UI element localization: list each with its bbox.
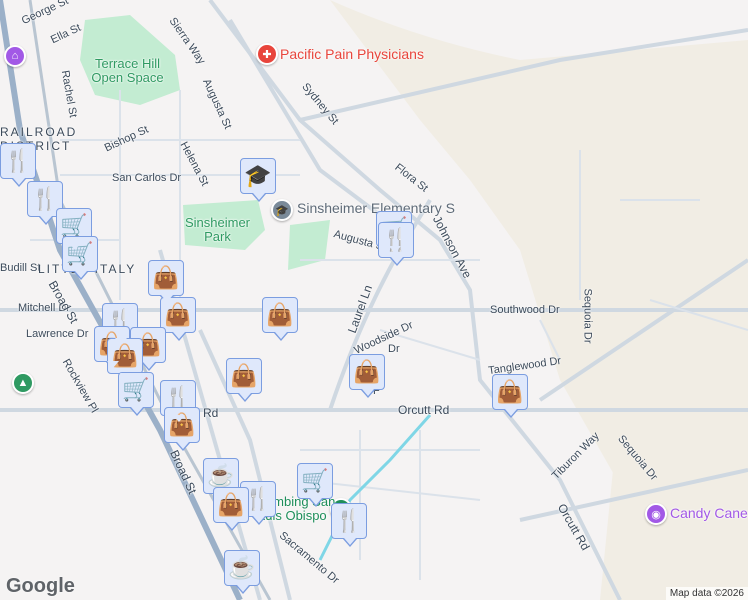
street-label: Lawrence Dr [26,328,89,340]
medical-icon[interactable]: ✚ [256,43,278,65]
shopping-marker[interactable]: 👜 [349,354,385,398]
shopping-marker[interactable]: 👜 [164,407,200,451]
shopping-bag-icon: 👜 [164,302,192,327]
shopping-marker[interactable]: 👜 [492,374,528,418]
shopping-bag-icon: 👜 [152,265,180,290]
grocery-marker[interactable]: 🛒 [62,236,98,280]
poi-candy-cane[interactable]: Candy Cane [670,505,748,521]
graduation-cap-icon: 🎓 [244,163,272,188]
school-icon[interactable]: 🎓 [271,199,293,221]
fork-knife-icon: 🍴 [335,508,363,533]
fork-knife-icon: 🍴 [4,148,32,173]
camera-icon[interactable]: ◉ [645,503,667,525]
shopping-marker[interactable]: 👜 [148,260,184,304]
shopping-bag-icon: 👜 [353,359,381,384]
street-label: Orcutt Rd [398,403,450,417]
cart-icon: 🛒 [122,377,150,402]
fork-knife-icon: 🍴 [31,186,59,211]
cart-icon: 🛒 [301,468,329,493]
street-label: Budill St [0,262,41,274]
shopping-bag-icon: 👜 [230,363,258,388]
street-label: Sequoia Dr [581,288,594,344]
park-terrace-hill[interactable]: Terrace Hill Open Space [80,57,175,85]
street-label: Rd [203,406,219,420]
map-base[interactable] [0,0,748,600]
street-label: Dr [388,343,400,355]
coffee-cup-icon: ☕ [228,555,256,580]
school-marker[interactable]: 🎓 [240,158,276,202]
google-logo[interactable]: Google [6,575,75,598]
park-tree-icon[interactable]: ▲ [12,372,34,394]
museum-icon[interactable]: ⌂ [4,45,26,67]
grocery-marker[interactable]: 🛒 [297,463,333,507]
shopping-marker[interactable]: 👜 [160,297,196,341]
shopping-marker[interactable]: 👜 [226,358,262,402]
shopping-marker[interactable]: 👜 [262,297,298,341]
map-attribution[interactable]: Map data ©2026 [665,587,748,600]
street-label: San Carlos Dr [112,172,182,184]
poi-pacific-pain[interactable]: Pacific Pain Physicians [280,46,424,62]
restaurant-marker[interactable]: 🍴 [331,503,367,547]
restaurant-marker[interactable]: 🍴 [0,143,36,187]
shopping-bag-icon: 👜 [496,379,524,404]
street-label: Southwood Dr [490,304,560,316]
shopping-bag-icon: 👜 [266,302,294,327]
coffee-cup-icon: ☕ [207,463,235,488]
park-sinsheimer[interactable]: Sinsheimer Park [180,216,255,244]
cafe-marker[interactable]: ☕ [224,550,260,594]
